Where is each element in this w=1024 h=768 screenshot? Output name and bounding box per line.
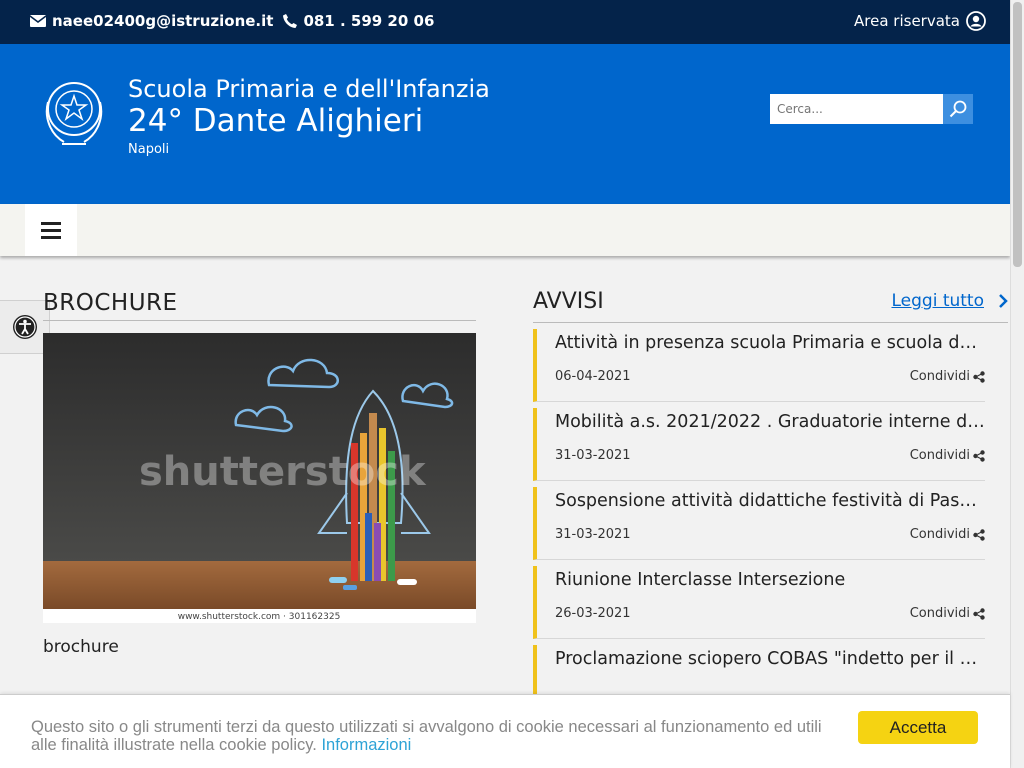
brochure-image[interactable]: shutterstock www.shutterstock.com · 3011… bbox=[43, 333, 476, 623]
share-button[interactable]: Condividi bbox=[910, 606, 985, 621]
share-label: Condividi bbox=[909, 369, 970, 384]
notice-title[interactable]: Mobilità a.s. 2021/2022 . Graduatorie in… bbox=[555, 412, 987, 432]
menu-bar bbox=[41, 221, 61, 225]
main-navbar bbox=[0, 204, 1010, 256]
envelope-icon bbox=[30, 15, 46, 27]
image-footer-text: www.shutterstock.com · 301162325 bbox=[178, 612, 341, 622]
avvisi-header: AVVISI Leggi tutto bbox=[533, 286, 1008, 323]
user-circle-icon bbox=[966, 11, 986, 31]
notice-date: 26-03-2021 bbox=[555, 606, 631, 621]
avvisi-heading: AVVISI bbox=[533, 288, 604, 314]
search-icon bbox=[949, 100, 967, 118]
school-type: Scuola Primaria e dell'Infanzia bbox=[128, 75, 490, 103]
notice-item[interactable]: Mobilità a.s. 2021/2022 . Graduatorie in… bbox=[533, 408, 987, 481]
contact-info: naee02400g@istruzione.it 081 . 599 20 06 bbox=[30, 12, 444, 30]
share-button[interactable]: Condividi bbox=[910, 369, 985, 384]
hamburger-menu-button[interactable] bbox=[25, 204, 77, 256]
share-label: Condividi bbox=[909, 606, 970, 621]
site-header: Scuola Primaria e dell'Infanzia 24° Dant… bbox=[0, 44, 1010, 204]
cookie-message: Questo sito o gli strumenti terzi da que… bbox=[31, 718, 851, 754]
share-button[interactable]: Condividi bbox=[910, 527, 985, 542]
share-icon bbox=[973, 528, 985, 541]
phone-icon bbox=[283, 14, 298, 28]
share-button[interactable]: Condividi bbox=[910, 448, 985, 463]
school-title[interactable]: Scuola Primaria e dell'Infanzia 24° Dant… bbox=[128, 74, 490, 157]
cookie-banner: Questo sito o gli strumenti terzi da que… bbox=[0, 694, 1010, 768]
notice-date: 31-03-2021 bbox=[555, 448, 631, 463]
notice-date: 31-03-2021 bbox=[555, 527, 631, 542]
share-icon bbox=[973, 370, 985, 383]
accept-cookies-button[interactable]: Accetta bbox=[858, 711, 978, 744]
brochure-heading: BROCHURE bbox=[43, 290, 476, 321]
notice-date: 06-04-2021 bbox=[555, 369, 631, 384]
search-input[interactable] bbox=[770, 94, 943, 124]
notice-title[interactable]: Attività in presenza scuola Primaria e s… bbox=[555, 333, 987, 353]
email-link[interactable]: naee02400g@istruzione.it bbox=[30, 12, 273, 30]
area-riservata-label: Area riservata bbox=[854, 12, 960, 30]
email-text: naee02400g@istruzione.it bbox=[52, 12, 274, 30]
share-label: Condividi bbox=[909, 448, 970, 463]
school-name: 24° Dante Alighieri bbox=[128, 103, 424, 139]
accessibility-icon bbox=[12, 315, 37, 339]
notice-item[interactable]: Attività in presenza scuola Primaria e s… bbox=[533, 329, 987, 402]
menu-bar bbox=[41, 228, 61, 232]
cookie-message-text: Questo sito o gli strumenti terzi da que… bbox=[31, 718, 822, 754]
watermark-text: shutterstock bbox=[139, 449, 427, 495]
notice-title[interactable]: Sospensione attività didattiche festivit… bbox=[555, 491, 987, 511]
page-scrollbar[interactable] bbox=[1010, 0, 1024, 768]
notice-item[interactable]: Riunione Interclasse Intersezione 26-03-… bbox=[533, 566, 985, 639]
menu-bar bbox=[41, 235, 61, 239]
share-label: Condividi bbox=[909, 527, 970, 542]
cookie-info-link[interactable]: Informazioni bbox=[321, 736, 411, 754]
phone-link[interactable]: 081 . 599 20 06 bbox=[283, 12, 434, 30]
read-all-link[interactable]: Leggi tutto bbox=[891, 291, 1008, 311]
phone-text: 081 . 599 20 06 bbox=[303, 12, 435, 30]
share-icon bbox=[973, 607, 985, 620]
notice-item[interactable]: Sospensione attività didattiche festivit… bbox=[533, 487, 987, 560]
area-riservata-link[interactable]: Area riservata bbox=[854, 11, 986, 31]
brochure-section: BROCHURE shutterstock www.shutterstock.c… bbox=[43, 290, 476, 657]
brochure-caption[interactable]: brochure bbox=[43, 637, 476, 657]
top-bar: naee02400g@istruzione.it 081 . 599 20 06… bbox=[0, 0, 1010, 44]
search-button[interactable] bbox=[943, 94, 973, 124]
school-city: Napoli bbox=[128, 142, 170, 157]
share-icon bbox=[973, 449, 985, 462]
chevron-right-icon bbox=[999, 294, 1008, 308]
avvisi-section: AVVISI Leggi tutto Attività in presenza … bbox=[533, 286, 1008, 718]
italian-republic-emblem-icon[interactable] bbox=[40, 72, 108, 150]
search-form bbox=[770, 94, 973, 124]
notice-title[interactable]: Proclamazione sciopero COBAS "indetto pe… bbox=[555, 649, 987, 669]
chalkboard-rocket-illustration: shutterstock www.shutterstock.com · 3011… bbox=[43, 333, 476, 623]
scrollbar-thumb[interactable] bbox=[1013, 2, 1022, 267]
read-all-label: Leggi tutto bbox=[891, 291, 984, 311]
notice-title[interactable]: Riunione Interclasse Intersezione bbox=[555, 570, 987, 590]
